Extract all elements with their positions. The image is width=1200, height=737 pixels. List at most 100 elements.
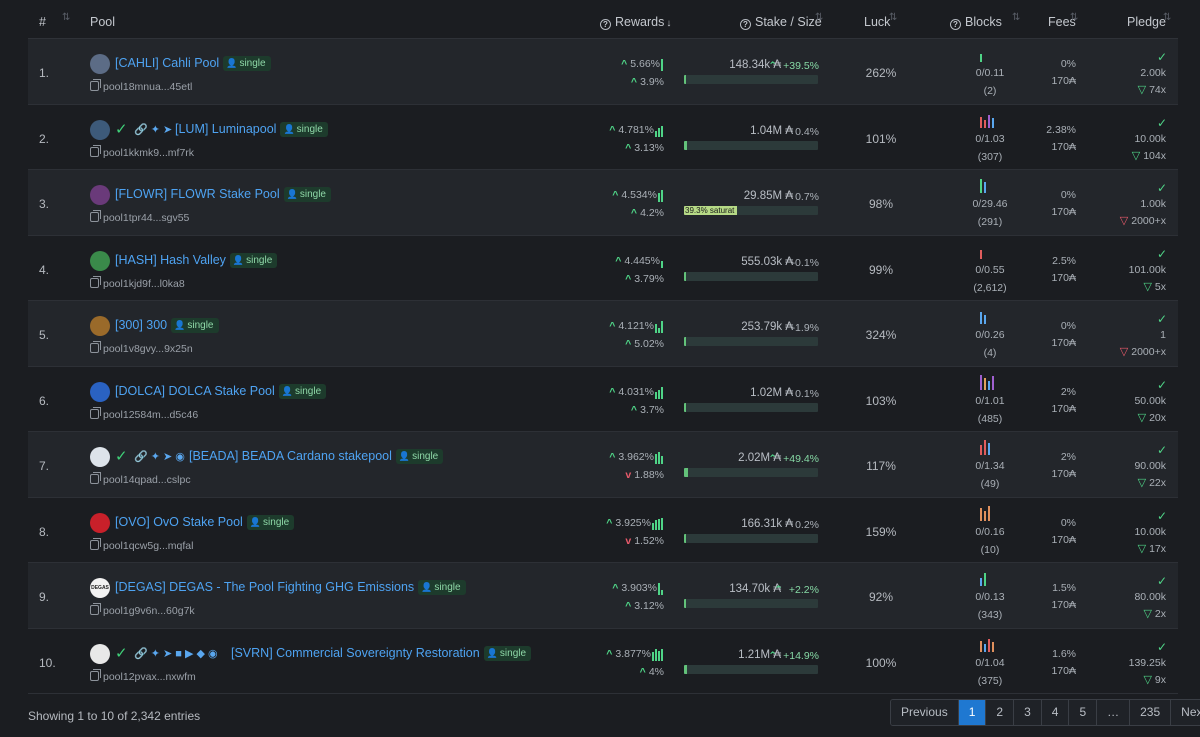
next-page-button[interactable]: Next [1171,700,1200,725]
rewards-sparkline [655,321,664,333]
pool-row[interactable]: 2. ✓ 🔗 ✦ ➤ [LUM] Luminapool 👤 single pool1kkmk… [28,105,1178,170]
block-bar [992,375,994,390]
col-luck[interactable]: Luck [864,15,890,29]
pledge-leverage: ▽ 9x [1143,673,1166,686]
block-bar [984,643,986,652]
pool-name-link[interactable]: [SVRN] Commercial Sovereignty Restoratio… [231,645,532,661]
col-rank[interactable]: # [39,15,46,29]
pool-name-link[interactable]: [CAHLI] Cahli Pool 👤 single [115,56,271,71]
pool-rank: 6. [39,393,50,408]
pool-id[interactable]: pool1tpr44...sgv55 [90,210,189,224]
sort-icon[interactable]: ⇅ [1070,12,1078,23]
user-icon: 👤 [398,451,411,461]
stake-value: 253.79k ₳ [741,321,793,333]
col-stake[interactable]: ? Stake / Size [740,15,822,30]
copy-icon[interactable] [90,144,101,157]
copy-icon[interactable] [90,603,101,615]
help-icon[interactable]: ? [600,19,611,30]
rewards-secondary: v 1.88% [625,469,664,481]
rewards-sparkline [652,648,664,661]
sort-icon[interactable]: ⇅ [815,12,823,23]
pool-name-link[interactable]: [LUM] Luminapool 👤 single [175,121,328,137]
filter-icon: ▽ [1143,280,1152,293]
col-pledge[interactable]: Pledge [1127,15,1166,29]
copy-icon[interactable] [90,341,101,353]
page-button[interactable]: 3 [1014,700,1042,725]
pledge-met-check-icon: ✓ [1156,508,1167,523]
pool-name-link[interactable]: [HASH] Hash Valley 👤 single [115,252,278,268]
entries-info: Showing 1 to 10 of 2,342 entries [28,709,201,723]
pool-id[interactable]: pool12pvax...nxwfm [90,668,196,683]
copy-icon[interactable] [90,210,101,222]
pledge-value: 10.00k [1134,132,1166,145]
pool-row[interactable]: 4. [HASH] Hash Valley 👤 single pool1kjd9f...… [28,236,1178,301]
pool-row[interactable]: 7. ✓ 🔗 ✦ ➤ ◉ [BEADA] BEADA Cardano stakepoo… [28,432,1178,498]
pool-id[interactable]: pool18mnua...45etl [90,79,192,93]
sort-icon[interactable]: ⇅ [1012,12,1020,23]
copy-icon[interactable] [90,472,101,484]
pledge-value: 50.00k [1134,394,1166,407]
pool-id[interactable]: pool12584m...d5c46 [90,406,198,421]
rewards-value: ^ 3.962% [609,451,664,464]
page-button[interactable]: 235 [1130,700,1172,725]
rewards-sparkline [655,452,664,464]
prev-page-button[interactable]: Previous [891,700,959,725]
pool-id[interactable]: pool14qpad...cslpc [90,472,191,486]
pool-name-link[interactable]: [300] 300 👤 single [115,318,219,333]
social-links-icons[interactable]: 🔗 ✦ ➤ ◉ [134,450,185,463]
fee-margin: 2.5% [1052,254,1076,267]
help-icon[interactable]: ? [950,19,961,30]
sort-icon[interactable]: ⇅ [62,12,70,23]
social-links-icons[interactable]: 🔗 ✦ ➤ ■ ▶ ◆ ◉ [134,647,218,660]
block-bar [980,54,982,62]
copy-icon[interactable] [90,406,101,419]
pool-name-link[interactable]: [BEADA] BEADA Cardano stakepool 👤 single [189,449,444,464]
blocks-total: (2,612) [973,281,1007,294]
pool-name-link[interactable]: [FLOWR] FLOWR Stake Pool 👤 single [115,187,331,202]
copy-icon[interactable] [90,275,101,288]
pool-row[interactable]: 9. DEGAS [DEGAS] DEGAS - The Pool Fighting… [28,563,1178,629]
blocks-ratio: 0/1.34 [975,460,1005,472]
page-button[interactable]: 2 [986,700,1015,725]
stake-delta: -1.9% [791,322,819,334]
pool-name-link[interactable]: [OVO] OvO Stake Pool 👤 single [115,514,295,530]
luck-value: 324% [865,328,897,342]
pool-row[interactable]: 3. [FLOWR] FLOWR Stake Pool 👤 single pool1tp… [28,170,1178,236]
copy-icon[interactable] [90,79,101,91]
rewards-value: ^ 4.121% [609,320,664,333]
pool-row[interactable]: 10. ✓ 🔗 ✦ ➤ ■ ▶ ◆ ◉ [SVRN] Commercial Sover… [28,629,1178,694]
pool-id[interactable]: pool1qcw5g...mqfal [90,537,193,552]
pool-id[interactable]: pool1kjd9f...l0ka8 [90,275,185,290]
pool-name-link[interactable]: [DEGAS] DEGAS - The Pool Fighting GHG Em… [115,580,466,595]
col-blocks[interactable]: ? Blocks [950,15,1002,30]
page-button[interactable]: 4 [1041,700,1070,725]
pool-logo [90,643,110,664]
copy-icon[interactable] [90,537,101,550]
saturation-bar [684,271,818,281]
pool-id[interactable]: pool1kkmk9...mf7rk [90,144,194,159]
col-pool[interactable]: Pool [90,15,115,29]
col-rewards[interactable]: ? Rewards ↓ [600,15,671,30]
help-icon[interactable]: ? [740,19,751,30]
pledge-met-check-icon: ✓ [1156,181,1167,195]
fee-fixed: 170₳ [1051,75,1076,87]
luck-value: 98% [868,197,894,211]
pool-row[interactable]: 8. [OVO] OvO Stake Pool 👤 single pool1qcw5g.… [28,498,1178,563]
saturation-bar [684,599,818,608]
pool-row[interactable]: 6. [DOLCA] DOLCA Stake Pool 👤 single pool125… [28,367,1178,432]
fee-margin: 0% [1060,58,1076,70]
pool-name-link[interactable]: [DOLCA] DOLCA Stake Pool 👤 single [115,383,327,399]
page-button[interactable]: 1 [958,700,987,725]
fee-margin: 2.38% [1046,123,1076,136]
sort-icon[interactable]: ⇅ [889,12,897,23]
pool-row[interactable]: 5. [300] 300 👤 single pool1v8gvy...9x25n ^ 4.1… [28,301,1178,367]
copy-icon[interactable] [90,668,101,681]
pool-id[interactable]: pool1v8gvy...9x25n [90,341,193,355]
social-links-icons[interactable]: 🔗 ✦ ➤ [134,123,172,136]
blocks-chart [980,439,1010,455]
pool-row[interactable]: 1. [CAHLI] Cahli Pool 👤 single pool18mnua...… [28,39,1178,105]
pool-id[interactable]: pool1g9v6n...60g7k [90,603,195,617]
sort-icon[interactable]: ⇅ [1163,12,1171,23]
page-button[interactable]: 5 [1069,700,1098,725]
pledge-met-check-icon: ✓ [1156,50,1167,64]
